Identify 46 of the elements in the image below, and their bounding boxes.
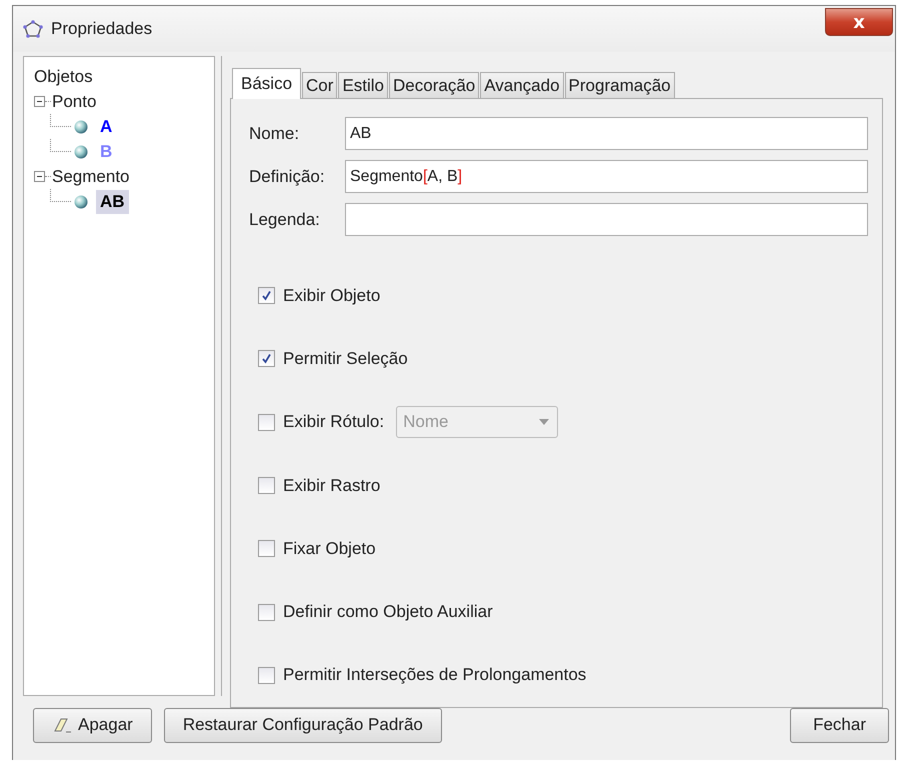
checkmark-icon [261,290,272,302]
option-label: Definir como Objeto Auxiliar [283,602,493,622]
checkbox[interactable] [258,287,275,304]
option-label: Permitir Interseções de Prolongamentos [283,665,586,686]
option-label: Exibir Rastro [283,476,380,496]
collapse-icon[interactable] [34,96,45,107]
close-button[interactable]: Fechar [790,708,889,742]
tab[interactable]: Avançado [480,72,564,98]
input-field[interactable]: Segmento[A, B] [345,160,868,193]
sphere-icon [74,144,88,158]
tab[interactable]: Decoração [389,72,480,98]
checkbox[interactable] [258,604,275,621]
window-title: Propriedades [51,19,154,39]
option-label: Fixar Objeto [283,538,376,559]
tab[interactable]: Básico [232,68,302,99]
input-field[interactable] [345,203,868,236]
tree-item[interactable]: AB [96,190,129,214]
tree-root: Objetos [34,67,94,87]
input-field[interactable]: AB [345,117,868,150]
checkbox[interactable] [258,477,275,494]
reset-button[interactable]: Restaurar Configuração Padrão [164,708,442,742]
option-label: Exibir Rótulo: [283,412,384,432]
sphere-icon [74,120,88,134]
tab[interactable]: Cor [302,72,338,98]
tab[interactable]: Programação [564,72,675,98]
collapse-icon[interactable] [34,171,45,182]
delete-button[interactable]: Apagar [33,708,152,742]
checkmark-icon [261,353,272,364]
tree-item[interactable]: A [96,114,116,138]
tree-item[interactable]: Segmento [52,166,130,186]
tab[interactable]: Estilo [338,72,388,98]
option-label: Permitir Seleção [283,348,408,369]
eraser-icon [52,716,74,734]
close-button[interactable]: x [825,8,893,36]
option-label: Exibir Objeto [283,286,380,306]
polygon-icon [23,20,43,38]
checkbox[interactable] [258,414,275,431]
dropdown-arrow-icon [539,419,550,426]
sphere-icon [74,194,88,208]
tree-item[interactable]: Ponto [52,92,96,112]
checkbox[interactable] [258,540,275,558]
field-label: Nome: [249,124,300,144]
checkbox[interactable] [258,350,275,368]
field-label: Legenda: [249,210,321,230]
checkbox[interactable] [258,666,275,684]
field-label: Definição: [249,166,326,186]
